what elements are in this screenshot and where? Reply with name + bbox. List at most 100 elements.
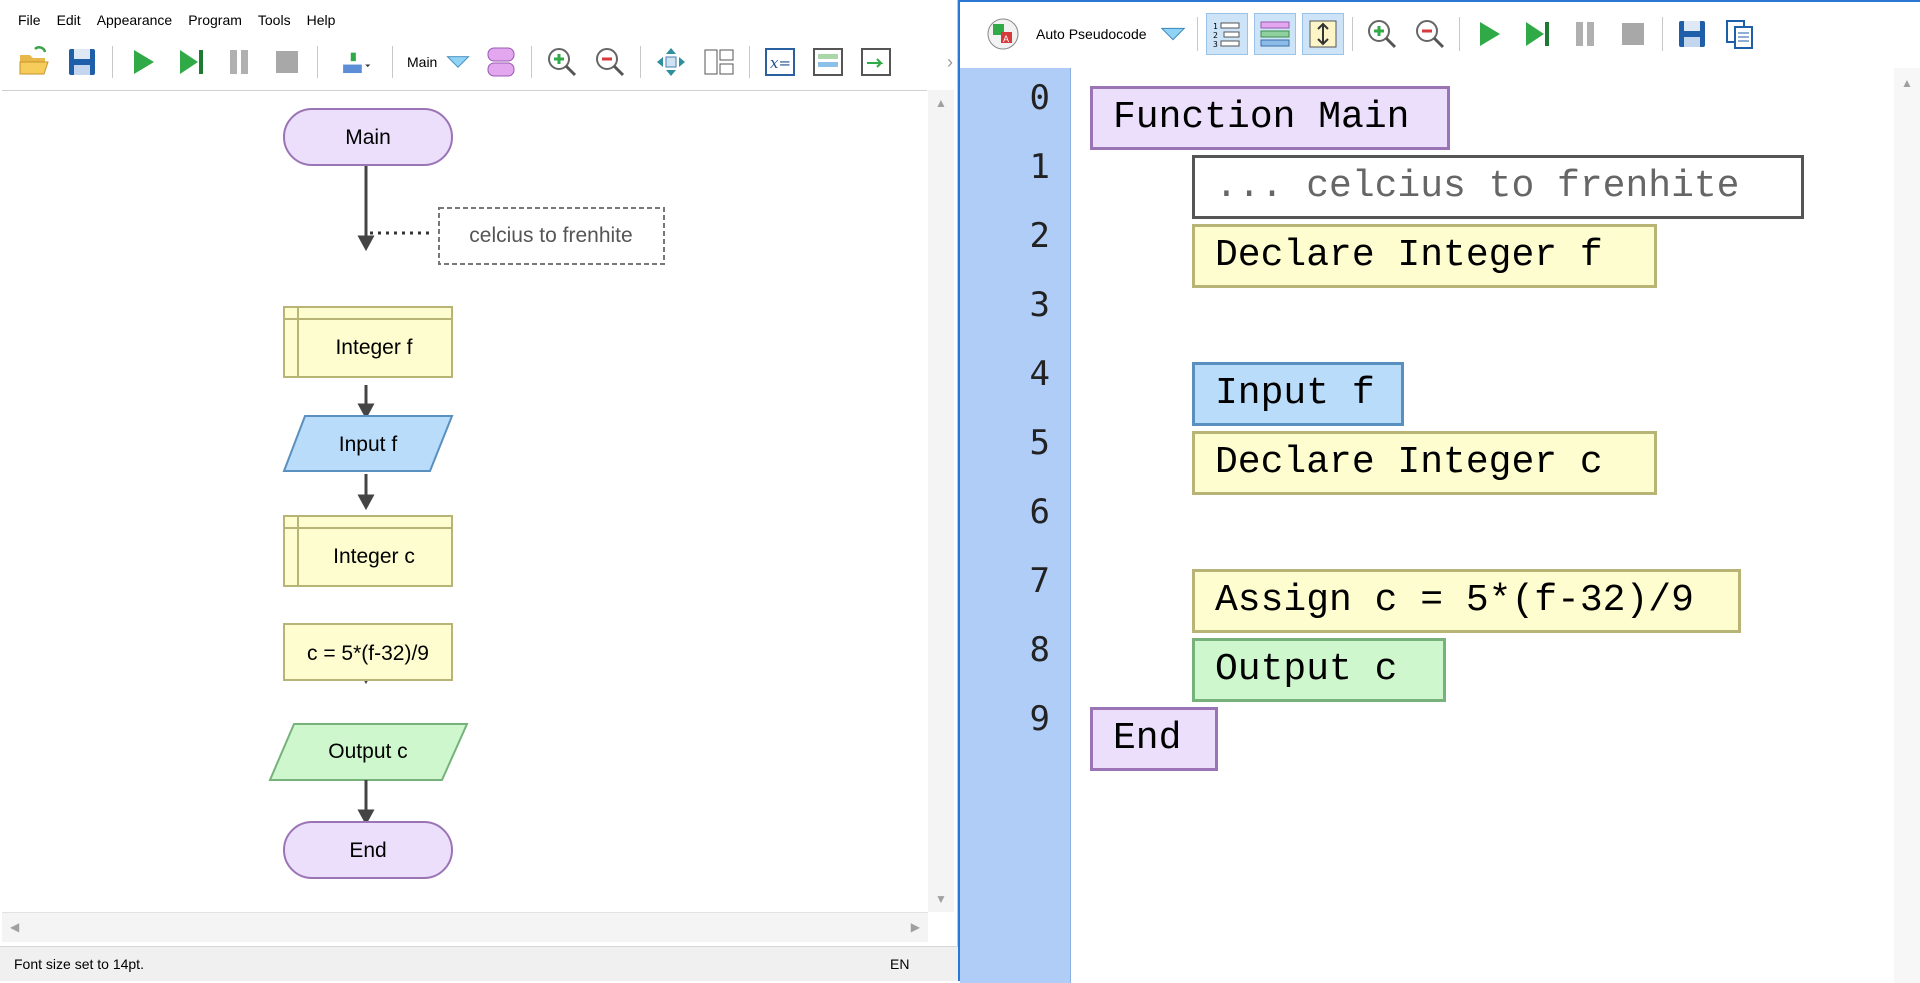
code-save-button[interactable] [1671, 13, 1713, 55]
flow-node-comment-label: celcius to frenhite [469, 224, 632, 247]
flow-node-assign-label: c = 5*(f-32)/9 [307, 642, 429, 665]
flow-node-end-label: End [349, 839, 386, 862]
scroll-up-icon[interactable]: ▲ [935, 96, 947, 110]
add-function-button[interactable] [481, 42, 521, 82]
layout-button[interactable] [699, 42, 739, 82]
auto-scroll-toggle[interactable] [1301, 13, 1344, 55]
code-line-end[interactable]: End [1090, 707, 1218, 771]
vertical-scrollbar[interactable]: ▲ ▼ [928, 90, 954, 912]
code-step-button[interactable] [1516, 13, 1558, 55]
save-icon [1678, 21, 1705, 47]
step-icon [180, 50, 203, 74]
toolbar-overflow-icon[interactable]: › [947, 52, 953, 73]
line-numbers-icon: 123 [1213, 22, 1240, 49]
code-pause-button[interactable] [1564, 13, 1606, 55]
scroll-right-icon[interactable]: ▶ [911, 920, 920, 934]
code-line-declare-f[interactable]: Declare Integer f [1192, 224, 1657, 288]
menu-tools[interactable]: Tools [250, 8, 299, 32]
flow-node-declare-c[interactable]: Integer c [283, 515, 453, 587]
zoom-in-button[interactable] [542, 42, 582, 82]
line-number: 6 [1029, 492, 1050, 532]
code-zoom-out-button[interactable] [1409, 13, 1451, 55]
status-message: Font size set to 14pt. [14, 956, 144, 972]
pause-button[interactable] [219, 42, 259, 82]
language-button[interactable]: A [982, 13, 1024, 55]
menu-help[interactable]: Help [299, 8, 344, 32]
run-icon [1479, 22, 1500, 46]
copy-button[interactable] [1719, 13, 1761, 55]
toolbar-separator [1458, 17, 1460, 51]
code-line-input[interactable]: Input f [1192, 362, 1404, 426]
run-button[interactable] [123, 42, 163, 82]
toolbar-separator [531, 46, 533, 78]
pseudocode-vertical-scrollbar[interactable]: ▲ [1894, 68, 1920, 983]
code-stop-button[interactable] [1612, 13, 1654, 55]
zoom-in-icon [548, 48, 577, 77]
flow-node-assign[interactable]: c = 5*(f-32)/9 [283, 623, 453, 681]
flow-node-input-label: Input f [339, 433, 398, 456]
console-button[interactable] [808, 42, 848, 82]
code-line-output[interactable]: Output c [1192, 638, 1446, 702]
line-number: 9 [1029, 699, 1050, 739]
scroll-left-icon[interactable]: ◀ [10, 920, 19, 934]
stop-button[interactable] [267, 42, 307, 82]
flowchart-canvas[interactable]: Main celcius to frenhite Integer f Input… [2, 90, 927, 912]
step-button[interactable] [171, 42, 211, 82]
output-button[interactable] [856, 42, 896, 82]
flow-node-declare-f[interactable]: Integer f [283, 306, 453, 378]
menu-edit[interactable]: Edit [49, 8, 89, 32]
scroll-up-icon[interactable]: ▲ [1901, 76, 1913, 90]
svg-text:A: A [1003, 34, 1009, 44]
flow-node-start[interactable]: Main [283, 108, 453, 166]
run-icon [134, 50, 154, 74]
variables-icon: x= [765, 48, 796, 76]
mode-dropdown[interactable] [1157, 13, 1189, 55]
chevron-down-icon [446, 56, 471, 68]
line-number: 2 [1029, 216, 1050, 256]
pseudocode-mode-label[interactable]: Auto Pseudocode [1036, 26, 1147, 42]
status-language: EN [890, 956, 910, 972]
flow-node-start-label: Main [345, 126, 391, 149]
flow-node-declare-f-label: Integer f [335, 336, 412, 359]
open-folder-icon [19, 46, 49, 75]
pseudocode-editor[interactable]: 0 1 2 3 4 5 6 7 8 9 Function Main ... ce… [960, 68, 1920, 983]
code-line-declare-c[interactable]: Declare Integer c [1192, 431, 1657, 495]
move-arrows-icon [657, 48, 686, 76]
color-blocks-toggle[interactable] [1253, 13, 1296, 55]
add-shape-dropdown[interactable] [328, 42, 382, 82]
code-line-function[interactable]: Function Main [1090, 86, 1450, 150]
open-button[interactable] [14, 42, 54, 82]
code-run-button[interactable] [1468, 13, 1510, 55]
code-line-assign[interactable]: Assign c = 5*(f-32)/9 [1192, 569, 1741, 633]
save-button[interactable] [62, 42, 102, 82]
menu-appearance[interactable]: Appearance [89, 8, 181, 32]
toolbar-separator [749, 46, 751, 78]
toolbar-separator [1196, 17, 1198, 51]
svg-text:2: 2 [1213, 31, 1218, 40]
zoom-out-button[interactable] [590, 42, 630, 82]
flow-node-comment[interactable]: celcius to frenhite [438, 207, 665, 265]
output-window-icon [861, 48, 892, 76]
stop-icon [1621, 23, 1644, 45]
toolbar-separator [392, 46, 393, 78]
code-line-comment[interactable]: ... celcius to frenhite [1192, 155, 1804, 219]
line-numbers-toggle[interactable]: 123 [1205, 13, 1248, 55]
horizontal-scrollbar[interactable]: ◀ ▶ [2, 912, 928, 942]
variables-button[interactable]: x= [760, 42, 800, 82]
function-selector-dropdown[interactable] [443, 42, 473, 82]
flow-node-end[interactable]: End [283, 821, 453, 879]
flow-node-input[interactable]: Input f [282, 415, 454, 472]
flow-node-output[interactable]: Output c [268, 723, 469, 781]
scroll-down-icon[interactable]: ▼ [935, 892, 947, 906]
menu-program[interactable]: Program [180, 8, 250, 32]
flow-node-output-label: Output c [328, 740, 407, 763]
function-selector-label[interactable]: Main [407, 54, 437, 70]
menu-file[interactable]: File [10, 8, 49, 32]
step-icon [1525, 22, 1549, 46]
toolbar-separator [1351, 17, 1353, 51]
code-zoom-in-button[interactable] [1361, 13, 1403, 55]
add-shape-icon [343, 52, 371, 74]
auto-scroll-icon [1309, 20, 1337, 48]
toolbar-separator [317, 46, 318, 78]
fit-view-button[interactable] [651, 42, 691, 82]
